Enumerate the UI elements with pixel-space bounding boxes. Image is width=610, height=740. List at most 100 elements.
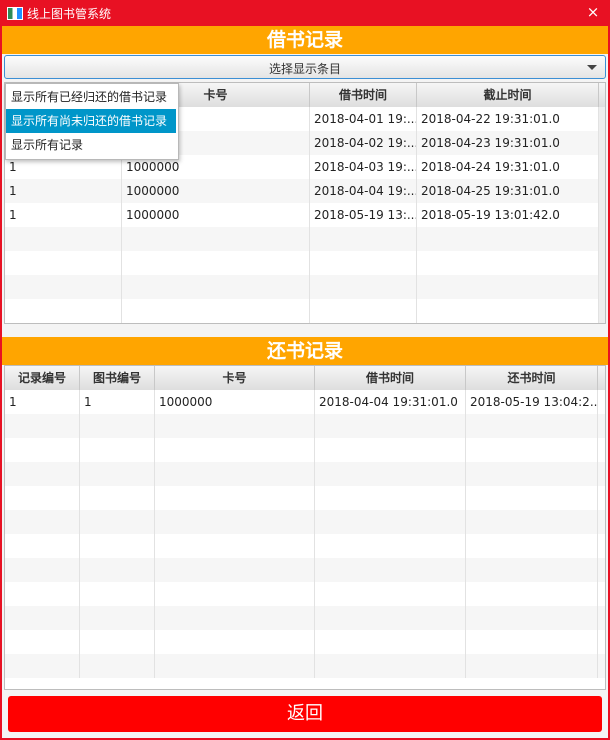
column-header[interactable]: 卡号 (155, 366, 315, 390)
table-cell (466, 654, 598, 678)
table-cell (466, 558, 598, 582)
title-bar: 线上图书管系统 × (0, 0, 610, 26)
table-cell (466, 534, 598, 558)
table-cell (417, 299, 599, 323)
table-cell (155, 558, 315, 582)
return-records-table[interactable]: 记录编号 图书编号 卡号 借书时间 还书时间 1 1 1000000 2018-04-04 1… (4, 365, 606, 690)
table-cell: 1 (5, 390, 80, 414)
table-cell (315, 438, 466, 462)
return-records-title: 还书记录 (2, 337, 608, 365)
table-cell (80, 438, 155, 462)
table-cell (315, 414, 466, 438)
table-cell (315, 486, 466, 510)
table-cell (310, 299, 417, 323)
table-row[interactable] (5, 299, 605, 323)
vertical-scrollbar[interactable] (599, 107, 605, 323)
column-header[interactable]: 借书时间 (315, 366, 466, 390)
table-cell (5, 251, 122, 275)
table-cell (155, 438, 315, 462)
dropdown-option[interactable]: 显示所有尚未归还的借书记录 (6, 109, 176, 133)
dropdown-option[interactable]: 显示所有记录 (6, 133, 176, 157)
table-row[interactable]: 1 1000000 2018-04-04 19:... 2018-04-25 19:3… (5, 179, 605, 203)
table-cell (466, 606, 598, 630)
table-cell: 2018-05-19 13:... (310, 203, 417, 227)
borrow-records-title: 借书记录 (2, 26, 608, 54)
table-cell (5, 582, 80, 606)
table-row[interactable] (5, 438, 605, 462)
table-cell: 1 (5, 203, 122, 227)
table-cell (315, 558, 466, 582)
table-cell: 2018-04-25 19:31:01.0 (417, 179, 599, 203)
column-header[interactable]: 图书编号 (80, 366, 155, 390)
table-cell (5, 299, 122, 323)
table-cell (315, 582, 466, 606)
table-cell (310, 275, 417, 299)
table-cell (5, 534, 80, 558)
table-cell: 2018-04-04 19:31:01.0 (315, 390, 466, 414)
app-icon (7, 7, 23, 20)
table-cell: 1000000 (122, 179, 310, 203)
combobox-label: 选择显示条目 (268, 62, 341, 76)
display-filter-combobox[interactable]: 选择显示条目 (4, 55, 606, 79)
table-row[interactable] (5, 227, 605, 251)
table-row[interactable]: 1 1000000 2018-05-19 13:... 2018-05-19 13:0… (5, 203, 605, 227)
table-cell (310, 251, 417, 275)
table-row[interactable] (5, 606, 605, 630)
table-row[interactable]: 1 1 1000000 2018-04-04 19:31:01.0 2018-05-19… (5, 390, 605, 414)
window-title: 线上图书管系统 (27, 7, 112, 21)
table-cell (155, 510, 315, 534)
table-row[interactable] (5, 251, 605, 275)
table-cell (315, 534, 466, 558)
table-row[interactable] (5, 582, 605, 606)
display-filter-dropdown: 显示所有已经归还的借书记录 显示所有尚未归还的借书记录 显示所有记录 (5, 83, 179, 160)
table-cell (466, 438, 598, 462)
table-cell (122, 299, 310, 323)
table-cell: 2018-05-19 13:04:2... (466, 390, 598, 414)
return-button[interactable]: 返回 (8, 696, 602, 732)
column-header[interactable]: 借书时间 (310, 83, 417, 107)
table-cell (80, 414, 155, 438)
table-cell (155, 654, 315, 678)
table-cell (155, 630, 315, 654)
table-cell (5, 630, 80, 654)
table-cell (5, 462, 80, 486)
table-cell (466, 462, 598, 486)
column-header[interactable]: 截止时间 (417, 83, 599, 107)
table-row[interactable] (5, 534, 605, 558)
table-row[interactable] (5, 275, 605, 299)
table-cell (155, 414, 315, 438)
table-row[interactable] (5, 486, 605, 510)
table-row[interactable] (5, 630, 605, 654)
table-cell (80, 558, 155, 582)
table-row[interactable] (5, 654, 605, 678)
table-cell (5, 510, 80, 534)
table-cell (5, 414, 80, 438)
main-content: 借书记录 选择显示条目 卡号借书时间截止时间 110000002018-04-0… (2, 26, 608, 738)
table-cell (466, 582, 598, 606)
table-row[interactable] (5, 558, 605, 582)
table-cell (155, 606, 315, 630)
table-cell (5, 438, 80, 462)
table-cell: 2018-04-04 19:... (310, 179, 417, 203)
table-cell (5, 486, 80, 510)
column-header[interactable]: 还书时间 (466, 366, 598, 390)
column-header[interactable]: 记录编号 (5, 366, 80, 390)
table-cell: 2018-05-19 13:01:42.0 (417, 203, 599, 227)
table-cell (80, 606, 155, 630)
table-cell (80, 654, 155, 678)
close-button[interactable]: × (576, 0, 610, 26)
table-row[interactable] (5, 414, 605, 438)
table-row[interactable] (5, 510, 605, 534)
table-cell (5, 558, 80, 582)
table-cell (5, 606, 80, 630)
table-cell (417, 251, 599, 275)
table-cell (315, 630, 466, 654)
table-cell (80, 582, 155, 606)
table-cell: 1000000 (155, 390, 315, 414)
table-cell (5, 227, 122, 251)
table-cell (466, 486, 598, 510)
table-row[interactable] (5, 462, 605, 486)
chevron-down-icon[interactable] (587, 65, 597, 70)
table-cell: 1 (80, 390, 155, 414)
dropdown-option[interactable]: 显示所有已经归还的借书记录 (6, 85, 176, 109)
